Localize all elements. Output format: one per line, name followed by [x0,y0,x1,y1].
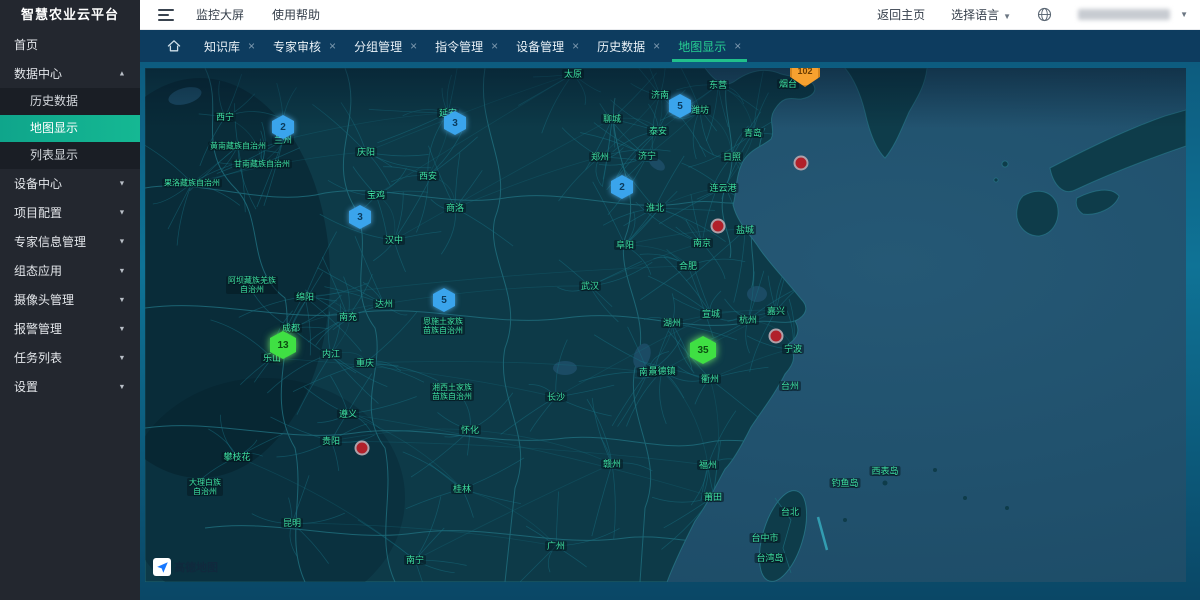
topbar-link-返回主页[interactable]: 返回主页 [877,6,925,23]
top-menu-right: 返回主页 选择语言▼ ▼ [877,6,1188,23]
sidebar-item-label: 组态应用 [14,262,62,279]
content-area: 西宁黄南藏族自治州甘南藏族自治州果洛藏族自治州兰州庆阳延安太原西安宝鸡商洛汉中郑… [140,62,1200,600]
sidebar-item-label: 摄像头管理 [14,291,74,308]
device-point-marker[interactable] [769,329,784,344]
tab-分组管理[interactable]: 分组管理 × [348,30,423,62]
cluster-marker-green[interactable]: 35 [690,336,716,364]
tab-label: 设备管理 [516,38,564,55]
chevron-down-icon: ▼ [118,237,125,245]
cluster-count: 13 [270,331,296,359]
sidebar-subitem-列表显示[interactable]: 列表显示 [0,142,140,169]
sidebar-item-摄像头管理[interactable]: 摄像头管理 ▼ [0,285,140,314]
tab-label: 历史数据 [597,38,645,55]
sidebar-subitem-地图显示[interactable]: 地图显示 [0,115,140,142]
cluster-marker-blue[interactable]: 2 [611,175,633,199]
cluster-count: 2 [272,115,294,139]
sidebar-item-报警管理[interactable]: 报警管理 ▼ [0,314,140,343]
sidebar-item-项目配置[interactable]: 项目配置 ▼ [0,198,140,227]
chevron-down-icon: ▼ [118,179,125,187]
user-account-menu[interactable]: ▼ [1078,9,1188,20]
tab-close-icon[interactable]: × [734,39,741,53]
tab-专家审核[interactable]: 专家审核 × [267,30,342,62]
cluster-count: 5 [433,288,455,312]
cluster-marker-blue[interactable]: 3 [444,111,466,135]
tab-close-icon[interactable]: × [329,39,336,53]
app-window: 智慧农业云平台 首页数据中心▲历史数据地图显示列表显示设备中心▼项目配置▼专家信… [0,0,1200,600]
sidebar-item-首页[interactable]: 首页 [0,30,140,59]
sidebar-item-设备中心[interactable]: 设备中心 ▼ [0,169,140,198]
chevron-down-icon: ▼ [118,353,125,361]
sidebar-item-label: 数据中心 [14,65,62,82]
tab-close-icon[interactable]: × [410,39,417,53]
chevron-up-icon: ▲ [118,69,125,77]
sidebar-item-label: 设置 [14,378,38,395]
cluster-marker-green[interactable]: 13 [270,331,296,359]
top-bar: 监控大屏 使用帮助 返回主页 选择语言▼ ▼ [140,0,1200,30]
top-menu-left: 监控大屏 使用帮助 [196,6,348,23]
chevron-down-icon: ▼ [118,382,125,390]
tab-label: 指令管理 [435,38,483,55]
app-title: 智慧农业云平台 [0,0,140,30]
chevron-down-icon: ▼ [118,208,125,216]
sidebar-item-label: 报警管理 [14,320,62,337]
map-canvas[interactable]: 西宁黄南藏族自治州甘南藏族自治州果洛藏族自治州兰州庆阳延安太原西安宝鸡商洛汉中郑… [145,68,1186,582]
topbar-link-监控大屏[interactable]: 监控大屏 [196,6,244,23]
device-point-marker[interactable] [794,156,809,171]
tab-close-icon[interactable]: × [653,39,660,53]
sidebar-item-label: 任务列表 [14,349,62,366]
sidebar-item-label: 专家信息管理 [14,233,86,250]
sidebar-nav: 首页数据中心▲历史数据地图显示列表显示设备中心▼项目配置▼专家信息管理▼组态应用… [0,30,140,401]
tab-label: 专家审核 [273,38,321,55]
sidebar-item-label: 首页 [14,36,38,53]
sidebar-item-label: 项目配置 [14,204,62,221]
sidebar-item-数据中心[interactable]: 数据中心 ▲ [0,59,140,88]
cluster-count: 5 [669,94,691,118]
user-name-redacted [1078,9,1170,20]
sidebar-item-任务列表[interactable]: 任务列表 ▼ [0,343,140,372]
tab-知识库[interactable]: 知识库 × [198,30,261,62]
amap-logo-icon [153,558,171,576]
tab-close-icon[interactable]: × [248,39,255,53]
topbar-link-使用帮助[interactable]: 使用帮助 [272,6,320,23]
tab-close-icon[interactable]: × [491,39,498,53]
tab-历史数据[interactable]: 历史数据 × [591,30,666,62]
device-point-marker[interactable] [355,441,370,456]
cluster-count: 3 [444,111,466,135]
cluster-marker-blue[interactable]: 5 [669,94,691,118]
sidebar-subitem-历史数据[interactable]: 历史数据 [0,88,140,115]
topbar-link-选择语言[interactable]: 选择语言▼ [951,6,1011,23]
device-point-marker[interactable] [711,219,726,234]
tab-地图显示[interactable]: 地图显示 × [672,30,747,62]
tab-close-icon[interactable]: × [572,39,579,53]
sidebar-item-专家信息管理[interactable]: 专家信息管理 ▼ [0,227,140,256]
tab-指令管理[interactable]: 指令管理 × [429,30,504,62]
sidebar-item-组态应用[interactable]: 组态应用 ▼ [0,256,140,285]
cluster-count: 35 [690,336,716,364]
tab-label: 地图显示 [678,38,726,55]
chevron-down-icon: ▼ [118,295,125,303]
tab-label: 分组管理 [354,38,402,55]
cluster-marker-blue[interactable]: 2 [272,115,294,139]
map-basemap [145,68,1186,582]
sidebar-item-设置[interactable]: 设置 ▼ [0,372,140,401]
cluster-count: 2 [611,175,633,199]
cluster-count: 3 [349,205,371,229]
tab-设备管理[interactable]: 设备管理 × [510,30,585,62]
chevron-down-icon: ▼ [118,324,125,332]
chevron-down-icon: ▼ [118,266,125,274]
tab-bar: 知识库 × 专家审核 × 分组管理 × 指令管理 × 设备管理 × 历史数据 × 地图显示 × [140,30,1200,62]
cluster-marker-blue[interactable]: 5 [433,288,455,312]
sidebar: 智慧农业云平台 首页数据中心▲历史数据地图显示列表显示设备中心▼项目配置▼专家信… [0,0,140,600]
chevron-down-icon: ▼ [1003,12,1011,21]
language-globe-icon[interactable] [1037,7,1052,22]
map-attribution: 高德地图 [153,558,218,576]
tab-label: 知识库 [204,38,240,55]
tab-home-button[interactable] [166,38,182,54]
sidebar-item-label: 设备中心 [14,175,62,192]
cluster-marker-blue[interactable]: 3 [349,205,371,229]
menu-collapse-icon[interactable] [158,9,174,21]
sidebar-submenu: 历史数据地图显示列表显示 [0,88,140,169]
tab-list: 知识库 × 专家审核 × 分组管理 × 指令管理 × 设备管理 × 历史数据 × 地图显示 × [198,30,753,62]
chevron-down-icon: ▼ [1180,10,1188,19]
